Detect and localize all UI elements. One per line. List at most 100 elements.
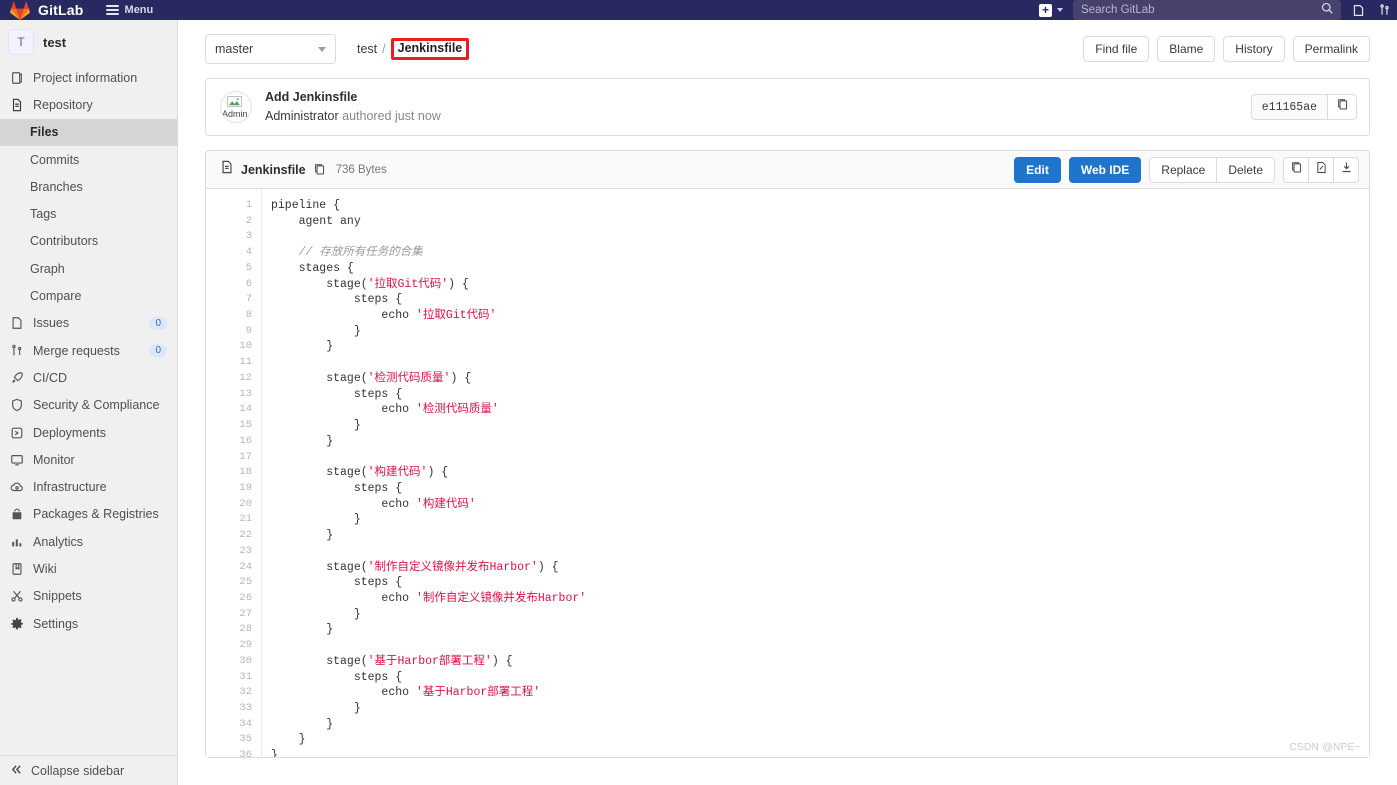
line-number[interactable]: 1 xyxy=(206,198,261,214)
commit-sha[interactable]: e11165ae xyxy=(1250,94,1327,120)
line-number[interactable]: 6 xyxy=(206,277,261,293)
line-number[interactable]: 18 xyxy=(206,465,261,481)
line-number[interactable]: 21 xyxy=(206,512,261,528)
line-number[interactable]: 29 xyxy=(206,638,261,654)
sidebar-item-label: Security & Compliance xyxy=(33,398,160,413)
find-file-button[interactable]: Find file xyxy=(1083,36,1150,62)
delete-button[interactable]: Delete xyxy=(1216,156,1275,183)
navbar-merge-requests-icon[interactable] xyxy=(1371,0,1397,20)
commit-author[interactable]: Administrator xyxy=(265,109,339,123)
sidebar-item-monitor[interactable]: Monitor xyxy=(0,446,177,473)
line-number[interactable]: 23 xyxy=(206,544,261,560)
line-number[interactable]: 8 xyxy=(206,308,261,324)
sidebar-item-project-information[interactable]: Project information xyxy=(0,64,177,91)
line-number[interactable]: 33 xyxy=(206,701,261,717)
sidebar-item-contributors[interactable]: Contributors xyxy=(0,228,177,255)
line-number[interactable]: 3 xyxy=(206,229,261,245)
sidebar-item-wiki[interactable]: Wiki xyxy=(0,555,177,582)
web-ide-button[interactable]: Web IDE xyxy=(1068,156,1142,183)
sidebar-project-header[interactable]: T test xyxy=(0,20,177,64)
sidebar-item-deployments[interactable]: Deployments xyxy=(0,419,177,446)
gitlab-brand-label[interactable]: GitLab xyxy=(38,2,84,18)
branch-select-dropdown[interactable]: master xyxy=(205,34,336,64)
line-number[interactable]: 16 xyxy=(206,434,261,450)
copy-commit-sha-button[interactable] xyxy=(1327,94,1357,120)
sidebar-item-issues[interactable]: Issues 0 xyxy=(0,310,177,337)
line-number[interactable]: 26 xyxy=(206,591,261,607)
breadcrumb-root[interactable]: test xyxy=(357,42,377,56)
blame-button[interactable]: Blame xyxy=(1157,36,1216,62)
line-number[interactable]: 20 xyxy=(206,497,261,513)
navbar-issues-icon[interactable] xyxy=(1345,0,1371,20)
line-number[interactable]: 5 xyxy=(206,261,261,277)
avatar[interactable]: Admin xyxy=(220,91,252,123)
line-number[interactable]: 22 xyxy=(206,528,261,544)
code-content[interactable]: pipeline { agent any // 存放所有任务的合集 stages… xyxy=(262,189,1369,757)
search-icon[interactable] xyxy=(1321,1,1333,19)
sidebar-item-snippets[interactable]: Snippets xyxy=(0,583,177,610)
sidebar-subitem-label: Commits xyxy=(30,152,80,167)
line-number[interactable]: 4 xyxy=(206,245,261,261)
line-number[interactable]: 11 xyxy=(206,355,261,371)
sidebar-item-security-compliance[interactable]: Security & Compliance xyxy=(0,392,177,419)
navbar-menu-button[interactable]: Menu xyxy=(105,3,153,18)
line-number[interactable]: 7 xyxy=(206,292,261,308)
sidebar-item-settings[interactable]: Settings xyxy=(0,610,177,637)
line-number[interactable]: 34 xyxy=(206,717,261,733)
search-input[interactable] xyxy=(1081,4,1321,16)
line-number[interactable]: 24 xyxy=(206,560,261,576)
code-viewer[interactable]: 1 2 3 4 5 6 7 8 9 10 11 12 13 14 15 16 17 18 19 20 21 22 23 24 2… xyxy=(206,189,1369,757)
global-search-box[interactable] xyxy=(1073,0,1341,20)
download-button[interactable] xyxy=(1333,156,1359,183)
line-number[interactable]: 9 xyxy=(206,324,261,340)
collapse-sidebar-button[interactable]: Collapse sidebar xyxy=(0,755,177,785)
open-raw-button[interactable] xyxy=(1308,156,1334,183)
sidebar-item-files[interactable]: Files xyxy=(0,118,177,146)
line-number[interactable]: 30 xyxy=(206,654,261,670)
code-line: echo '拉取Git代码' xyxy=(271,308,1369,324)
line-number[interactable]: 10 xyxy=(206,339,261,355)
sidebar-item-infrastructure[interactable]: Infrastructure xyxy=(0,473,177,500)
line-number[interactable]: 15 xyxy=(206,418,261,434)
sidebar-item-packages-registries[interactable]: Packages & Registries xyxy=(0,501,177,528)
line-number[interactable]: 28 xyxy=(206,622,261,638)
copy-icon xyxy=(1336,98,1349,116)
line-number[interactable]: 36 xyxy=(206,748,261,757)
file-header-row: master test / Jenkinsfile Find file Blam… xyxy=(205,34,1370,64)
sidebar-item-branches[interactable]: Branches xyxy=(0,173,177,200)
copy-file-path-button[interactable] xyxy=(313,163,326,176)
sidebar-item-repository[interactable]: Repository xyxy=(0,91,177,118)
sidebar-item-ci-cd[interactable]: CI/CD xyxy=(0,364,177,391)
line-number[interactable]: 12 xyxy=(206,371,261,387)
sidebar-item-analytics[interactable]: Analytics xyxy=(0,528,177,555)
line-number[interactable]: 35 xyxy=(206,732,261,748)
line-number[interactable]: 32 xyxy=(206,685,261,701)
code-string-token: '构建代码' xyxy=(367,466,428,480)
sidebar-item-tags[interactable]: Tags xyxy=(0,200,177,227)
line-number[interactable]: 19 xyxy=(206,481,261,497)
replace-button[interactable]: Replace xyxy=(1149,156,1218,183)
line-number[interactable]: 17 xyxy=(206,450,261,466)
line-number[interactable]: 31 xyxy=(206,670,261,686)
edit-button[interactable]: Edit xyxy=(1014,156,1061,183)
line-number[interactable]: 27 xyxy=(206,607,261,623)
sidebar-item-compare[interactable]: Compare xyxy=(0,282,177,309)
line-number[interactable]: 2 xyxy=(206,214,261,230)
line-number[interactable]: 25 xyxy=(206,575,261,591)
sidebar-item-merge-requests[interactable]: Merge requests 0 xyxy=(0,337,177,364)
copy-file-contents-button[interactable] xyxy=(1283,156,1309,183)
commit-title[interactable]: Add Jenkinsfile xyxy=(265,88,441,107)
permalink-button[interactable]: Permalink xyxy=(1292,36,1370,62)
line-number[interactable]: 13 xyxy=(206,387,261,403)
breadcrumb-current-file[interactable]: Jenkinsfile xyxy=(390,37,470,61)
sidebar-item-commits[interactable]: Commits xyxy=(0,146,177,173)
history-button[interactable]: History xyxy=(1223,36,1285,62)
line-number-gutter[interactable]: 1 2 3 4 5 6 7 8 9 10 11 12 13 14 15 16 17 18 19 20 21 22 23 24 2… xyxy=(206,189,262,757)
new-item-button[interactable]: + xyxy=(1033,0,1069,20)
replace-delete-group: Replace Delete xyxy=(1149,156,1275,183)
sidebar-item-graph[interactable]: Graph xyxy=(0,255,177,282)
line-number[interactable]: 14 xyxy=(206,402,261,418)
gitlab-tanuki-icon[interactable] xyxy=(10,1,30,20)
code-line: echo '构建代码' xyxy=(271,497,1369,513)
